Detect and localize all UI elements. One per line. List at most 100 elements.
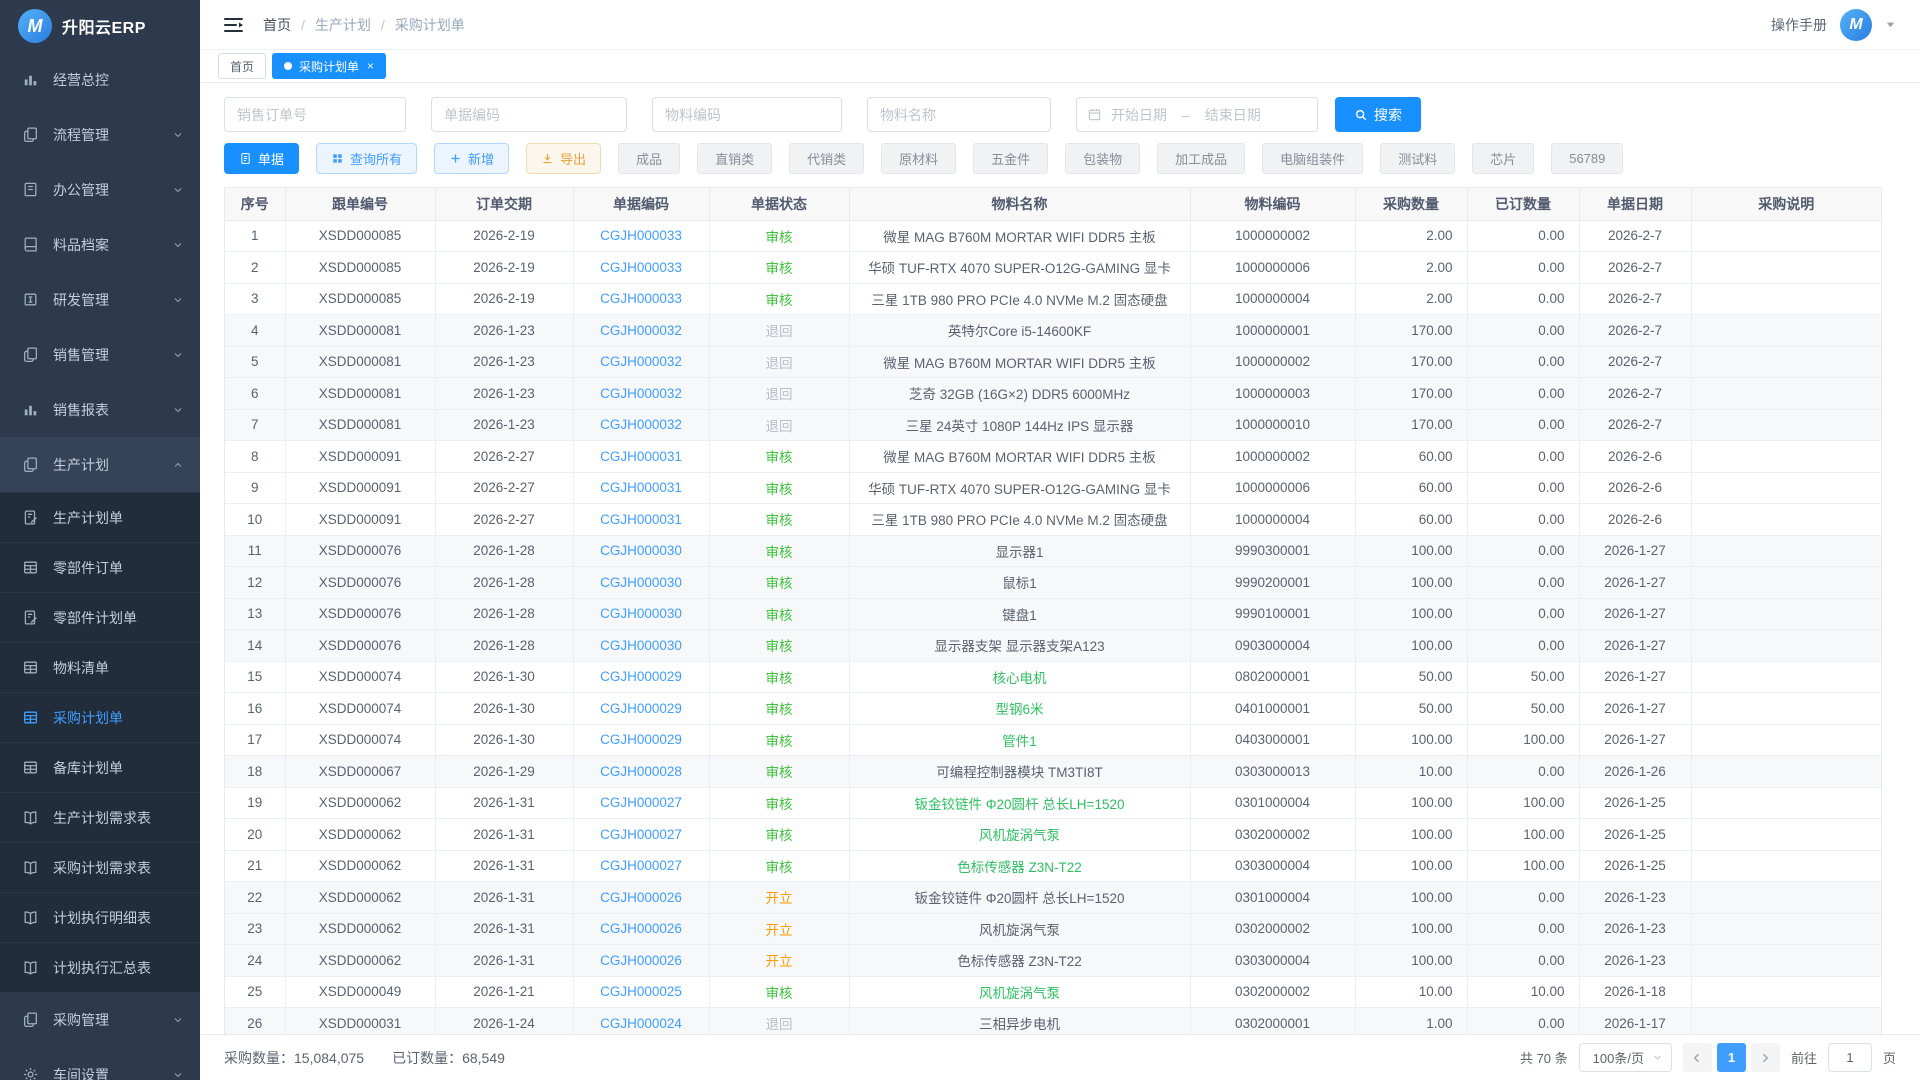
avatar[interactable]: M bbox=[1840, 9, 1872, 41]
page-size-select[interactable]: 100条/页 bbox=[1579, 1043, 1672, 1072]
sidebar-item[interactable]: 经营总控 bbox=[0, 52, 200, 107]
doc-code-link[interactable]: CGJH000030 bbox=[600, 543, 682, 558]
total-count: 共 70 条 bbox=[1520, 1048, 1568, 1067]
user-caret-icon[interactable] bbox=[1885, 19, 1896, 30]
doc-code-link[interactable]: CGJH000026 bbox=[600, 890, 682, 905]
doc-code-link[interactable]: CGJH000033 bbox=[600, 228, 682, 243]
breadcrumb-item[interactable]: 采购计划单 bbox=[395, 15, 465, 35]
doc-code-link[interactable]: CGJH000024 bbox=[600, 1016, 682, 1031]
pagination: 共 70 条 100条/页 1 前往 bbox=[1520, 1043, 1896, 1072]
sidebar-item[interactable]: 备库计划单 bbox=[0, 742, 200, 792]
sidebar-item[interactable]: 零部件计划单 bbox=[0, 592, 200, 642]
doc-code-link[interactable]: CGJH000029 bbox=[600, 701, 682, 716]
goto-page-input[interactable] bbox=[1828, 1043, 1872, 1072]
doc-code-link[interactable]: CGJH000032 bbox=[600, 354, 682, 369]
sidebar-item[interactable]: 流程管理 bbox=[0, 107, 200, 162]
toolbar-button[interactable]: 单据 bbox=[224, 143, 299, 174]
cell-due-date: 2026-1-23 bbox=[435, 378, 573, 410]
doc-code-link[interactable]: CGJH000027 bbox=[600, 827, 682, 842]
sidebar-item[interactable]: 料品档案 bbox=[0, 217, 200, 272]
doc-code-link[interactable]: CGJH000026 bbox=[600, 921, 682, 936]
cell-index: 24 bbox=[225, 945, 285, 977]
doc-code-link[interactable]: CGJH000032 bbox=[600, 386, 682, 401]
sidebar-item[interactable]: 物料清单 bbox=[0, 642, 200, 692]
sidebar-item[interactable]: 生产计划 bbox=[0, 437, 200, 492]
doc-code-link[interactable]: CGJH000032 bbox=[600, 323, 682, 338]
doc-code-link[interactable]: CGJH000029 bbox=[600, 669, 682, 684]
category-chip[interactable]: 五金件 bbox=[973, 143, 1048, 174]
category-chip[interactable]: 直销类 bbox=[697, 143, 772, 174]
sidebar-item[interactable]: 生产计划单 bbox=[0, 492, 200, 542]
doc-code-link[interactable]: CGJH000032 bbox=[600, 417, 682, 432]
toolbar-button[interactable]: 查询所有 bbox=[316, 143, 417, 174]
doc-code-link[interactable]: CGJH000030 bbox=[600, 638, 682, 653]
sidebar-item[interactable]: 生产计划需求表 bbox=[0, 792, 200, 842]
sidebar-item[interactable]: 采购计划需求表 bbox=[0, 842, 200, 892]
sidebar-item[interactable]: 零部件订单 bbox=[0, 542, 200, 592]
cell-doc-date: 2026-2-6 bbox=[1579, 504, 1691, 536]
tab-close-icon[interactable]: × bbox=[367, 59, 374, 73]
doc-code-link[interactable]: CGJH000025 bbox=[600, 984, 682, 999]
doc-code-link[interactable]: CGJH000033 bbox=[600, 260, 682, 275]
doc-code-link[interactable]: CGJH000029 bbox=[600, 732, 682, 747]
sidebar-item[interactable]: 研发管理 bbox=[0, 272, 200, 327]
filter-input[interactable] bbox=[867, 97, 1051, 132]
menu-collapse-icon[interactable] bbox=[224, 17, 243, 33]
toolbar-button[interactable]: 新增 bbox=[434, 143, 509, 174]
sidebar-item[interactable]: 采购计划单 bbox=[0, 692, 200, 742]
doc-code-link[interactable]: CGJH000031 bbox=[600, 480, 682, 495]
cell-doc-code: CGJH000032 bbox=[573, 378, 709, 410]
date-range-picker[interactable]: 开始日期 – 结束日期 bbox=[1076, 97, 1318, 132]
cell-doc-date: 2026-1-18 bbox=[1579, 976, 1691, 1008]
doc-code-link[interactable]: CGJH000031 bbox=[600, 512, 682, 527]
filter-input[interactable] bbox=[431, 97, 627, 132]
filter-input[interactable] bbox=[652, 97, 842, 132]
sidebar-item[interactable]: 办公管理 bbox=[0, 162, 200, 217]
cell-note bbox=[1691, 756, 1881, 788]
cell-due-date: 2026-1-31 bbox=[435, 850, 573, 882]
tab-item[interactable]: 首页 bbox=[218, 53, 266, 79]
prev-page-button[interactable] bbox=[1683, 1043, 1712, 1072]
doc-code-link[interactable]: CGJH000030 bbox=[600, 575, 682, 590]
sidebar-item[interactable]: 车间设置 bbox=[0, 1047, 200, 1080]
doc-code-link[interactable]: CGJH000027 bbox=[600, 795, 682, 810]
category-chip[interactable]: 电脑组装件 bbox=[1262, 143, 1363, 174]
sidebar-item[interactable]: 销售管理 bbox=[0, 327, 200, 382]
category-chip[interactable]: 芯片 bbox=[1472, 143, 1534, 174]
category-chip[interactable]: 测试料 bbox=[1380, 143, 1455, 174]
manual-link[interactable]: 操作手册 bbox=[1771, 15, 1827, 35]
doc-code-link[interactable]: CGJH000033 bbox=[600, 291, 682, 306]
chevron-down-icon bbox=[172, 1069, 184, 1080]
sidebar-item[interactable]: 计划执行明细表 bbox=[0, 892, 200, 942]
category-chip[interactable]: 加工成品 bbox=[1157, 143, 1245, 174]
cell-material-name: 华硕 TUF-RTX 4070 SUPER-O12G-GAMING 显卡 bbox=[849, 252, 1190, 284]
tab-active[interactable]: 采购计划单× bbox=[272, 53, 386, 79]
table-row: 15XSDD0000742026-1-30CGJH000029审核核心电机080… bbox=[225, 661, 1881, 693]
category-chip[interactable]: 代销类 bbox=[789, 143, 864, 174]
doc-code-link[interactable]: CGJH000031 bbox=[600, 449, 682, 464]
cell-material-name: 风机旋涡气泵 bbox=[849, 819, 1190, 851]
status-badge: 开立 bbox=[766, 923, 793, 938]
doc-code-link[interactable]: CGJH000027 bbox=[600, 858, 682, 873]
doc-code-link[interactable]: CGJH000030 bbox=[600, 606, 682, 621]
breadcrumb-item[interactable]: 生产计划 bbox=[315, 15, 371, 35]
category-chip[interactable]: 原材料 bbox=[881, 143, 956, 174]
cell-status: 审核 bbox=[709, 976, 849, 1008]
category-chip[interactable]: 56789 bbox=[1551, 143, 1623, 174]
breadcrumb-item[interactable]: 首页 bbox=[263, 15, 291, 35]
search-button[interactable]: 搜索 bbox=[1335, 97, 1421, 132]
sidebar-item[interactable]: 采购管理 bbox=[0, 992, 200, 1047]
cell-tracking-code: XSDD000091 bbox=[285, 472, 435, 504]
current-page-button[interactable]: 1 bbox=[1717, 1043, 1746, 1072]
category-chip[interactable]: 包装物 bbox=[1065, 143, 1140, 174]
button-label: 单据 bbox=[258, 149, 284, 168]
next-page-button[interactable] bbox=[1751, 1043, 1780, 1072]
doc-code-link[interactable]: CGJH000026 bbox=[600, 953, 682, 968]
doc-code-link[interactable]: CGJH000028 bbox=[600, 764, 682, 779]
category-chip[interactable]: 成品 bbox=[618, 143, 680, 174]
filter-input[interactable] bbox=[224, 97, 406, 132]
sidebar-item[interactable]: 销售报表 bbox=[0, 382, 200, 437]
cell-material-code: 0802000001 bbox=[1190, 661, 1355, 693]
toolbar-button[interactable]: 导出 bbox=[526, 143, 601, 174]
sidebar-item[interactable]: 计划执行汇总表 bbox=[0, 942, 200, 992]
